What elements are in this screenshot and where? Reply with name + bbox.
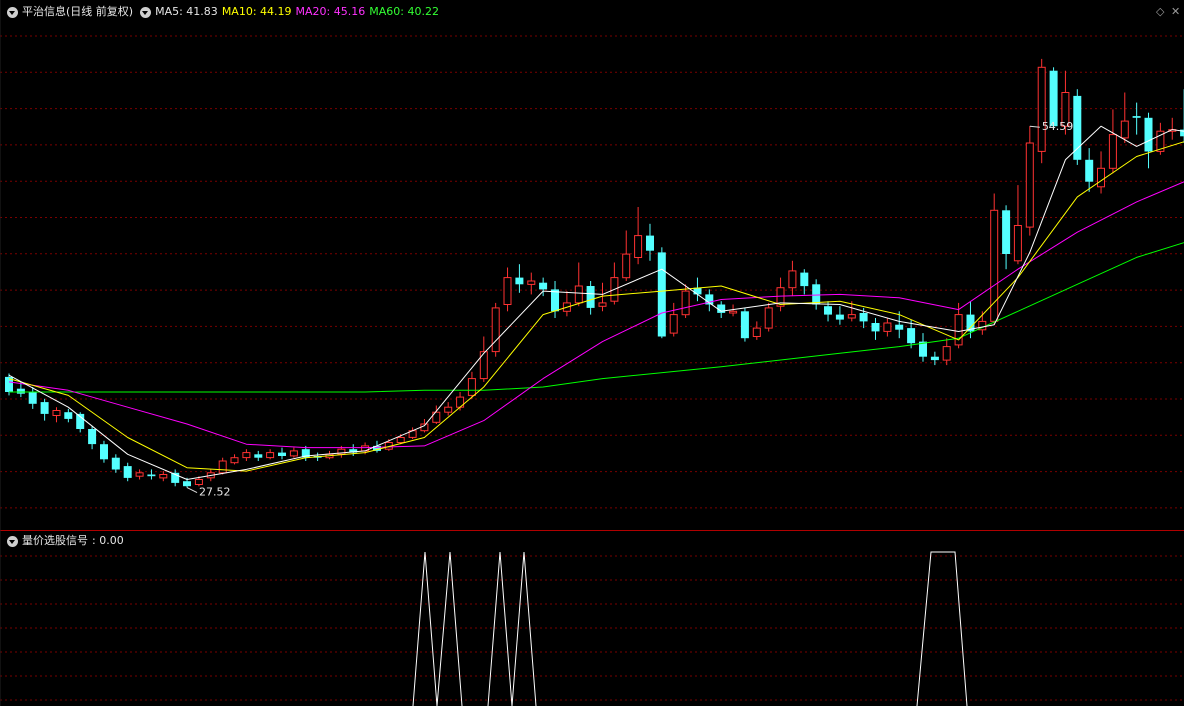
close-icon[interactable]: ✕: [1171, 6, 1180, 18]
candle-up: [752, 327, 761, 338]
indicator-header: 量价选股信号 : 0.00: [4, 533, 128, 549]
candle-down: [930, 356, 939, 361]
signal-line: [436, 551, 463, 706]
indicator-title: 量价选股信号: [22, 534, 88, 547]
ma20-label: MA20: 45.16: [295, 5, 366, 18]
candle-up: [242, 452, 251, 459]
candle-up: [52, 410, 61, 416]
candle-down: [835, 314, 844, 320]
candle-down: [740, 311, 749, 339]
candle-up: [1037, 66, 1046, 152]
candle-down: [183, 481, 191, 487]
candle-up: [444, 406, 453, 413]
candle-up: [942, 346, 951, 361]
candle-down: [88, 429, 97, 445]
candle-down: [824, 306, 832, 315]
candle-down: [1002, 210, 1011, 254]
candle-up: [230, 457, 239, 464]
candle-up: [289, 450, 298, 457]
chevron-down-icon[interactable]: [7, 6, 18, 18]
candle-up: [1108, 134, 1117, 169]
candle-down: [515, 277, 524, 285]
indicator-value: : 0.00: [92, 534, 124, 547]
candle-up: [598, 302, 607, 307]
candle-down: [657, 252, 666, 337]
candle-up: [764, 307, 773, 329]
candle-down: [100, 444, 108, 460]
candle-up: [467, 378, 476, 396]
kline-chart[interactable]: 54.59 27.52: [0, 0, 1184, 706]
candle-down: [1085, 159, 1094, 182]
candle-down: [1132, 116, 1141, 118]
candle-up: [883, 322, 892, 332]
candle-up: [669, 314, 678, 334]
max-price-label: 54.59: [1042, 120, 1074, 133]
chevron-down-icon[interactable]: [7, 535, 18, 547]
candle-up: [491, 307, 500, 353]
candle-up: [1013, 225, 1022, 262]
candle-up: [788, 270, 797, 289]
candle-up: [574, 285, 583, 304]
signal-line: [511, 551, 537, 706]
candle-down: [28, 392, 37, 404]
candle-up: [194, 479, 203, 485]
candle-down: [40, 402, 49, 414]
candle-down: [586, 286, 595, 308]
candle-down: [64, 412, 73, 419]
stock-title: 平治信息(日线 前复权): [22, 5, 134, 18]
candle-up: [1120, 120, 1129, 139]
candle-down: [16, 388, 25, 394]
candle-down: [1073, 95, 1082, 160]
candle-down: [147, 474, 156, 477]
signal-line: [487, 551, 513, 706]
signal-line: [412, 551, 438, 706]
candle-up: [266, 452, 275, 459]
candle-up: [503, 277, 512, 306]
candle-down: [800, 272, 809, 287]
min-price-label: 27.52: [199, 486, 231, 499]
diamond-icon[interactable]: ◇: [1156, 6, 1164, 18]
candle-down: [123, 466, 132, 478]
candle-up: [622, 253, 631, 279]
candle-up: [634, 235, 643, 259]
candle-down: [871, 323, 880, 332]
candle-down: [859, 313, 868, 322]
candle-up: [527, 280, 536, 285]
candle-down: [278, 452, 286, 456]
ma60-label: MA60: 40.22: [369, 5, 439, 18]
candle-up: [847, 314, 856, 319]
signal-line: [916, 551, 968, 706]
ma5-line: [8, 125, 1184, 480]
candle-down: [812, 284, 821, 305]
candle-down: [254, 454, 263, 458]
candle-down: [1144, 117, 1153, 152]
main-chart-header: 平治信息(日线 前复权) MA5: 41.83 MA10: 44.19 MA20…: [4, 4, 443, 20]
candle-up: [1025, 142, 1034, 228]
candle-up: [396, 437, 405, 443]
candle-down: [1049, 70, 1058, 127]
candle-up: [135, 472, 144, 477]
candle-up: [1097, 167, 1105, 188]
ma10-label: MA10: 44.19: [221, 5, 292, 18]
candle-up: [218, 460, 227, 474]
settings-chevron-icon[interactable]: [140, 6, 152, 18]
candle-down: [895, 324, 904, 330]
candle-up: [159, 474, 168, 479]
min-price-label-leader: [186, 487, 198, 494]
candle-up: [681, 290, 690, 316]
candle-up: [729, 310, 738, 314]
candle-down: [551, 289, 559, 312]
candle-down: [539, 282, 548, 290]
candle-down: [646, 235, 654, 251]
ma5-label: MA5: 41.83: [155, 5, 218, 18]
candle-down: [111, 457, 120, 470]
candle-down: [907, 328, 916, 344]
